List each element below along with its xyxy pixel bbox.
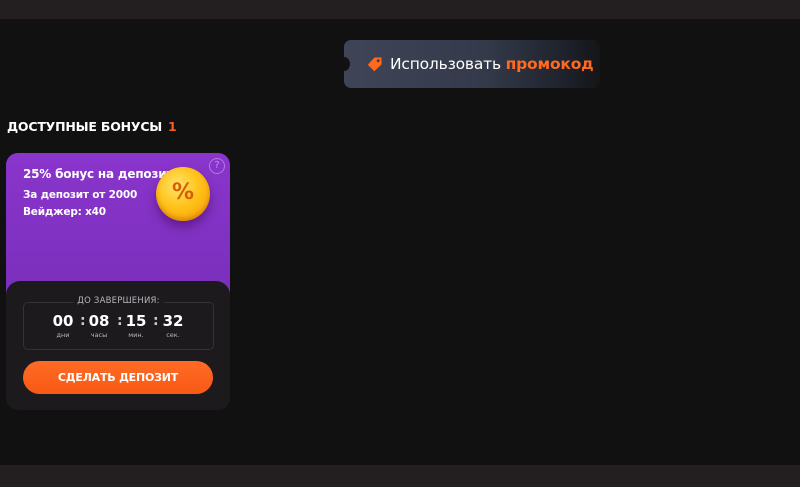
tag-icon <box>367 57 382 72</box>
top-bar <box>0 0 800 19</box>
countdown-timer: ДО ЗАВЕРШЕНИЯ: 00 дни : 08 часы : 15 мин… <box>23 296 214 350</box>
bonus-count-badge: 1 <box>168 119 177 134</box>
timer-minutes-value: 15 <box>125 312 147 330</box>
make-deposit-button[interactable]: СДЕЛАТЬ ДЕПОЗИТ <box>23 361 213 394</box>
percent-coin-icon: % <box>156 167 210 221</box>
timer-days-value: 00 <box>52 312 74 330</box>
promo-code-button[interactable]: Использовать промокод <box>338 40 600 88</box>
ticket-notch <box>338 57 350 71</box>
promo-label: Использовать промокод <box>390 54 594 74</box>
timer-minutes-label: мин. <box>128 331 144 339</box>
timer-minutes: 15 мин. <box>121 312 151 340</box>
timer-seconds: 32 сек. <box>158 312 188 340</box>
timer-seconds-value: 32 <box>162 312 184 330</box>
help-icon[interactable]: ? <box>209 158 225 174</box>
timer-days-label: дни <box>56 331 70 339</box>
timer-caption: ДО ЗАВЕРШЕНИЯ: <box>73 296 164 306</box>
timer-hours-label: часы <box>90 331 108 339</box>
percent-glyph: % <box>171 180 195 205</box>
bonus-card: ? 25% бонус на депозит За депозит от 200… <box>6 153 230 410</box>
timer-hours: 08 часы <box>84 312 114 340</box>
timer-seconds-label: сек. <box>166 331 180 339</box>
bonus-title: 25% бонус на депозит <box>23 167 174 181</box>
bonus-wager: Вейджер: x40 <box>23 206 106 218</box>
section-title: ДОСТУПНЫЕ БОНУСЫ 1 <box>7 119 177 137</box>
promo-label-prefix: Использовать <box>390 55 506 73</box>
promo-label-highlight: промокод <box>505 55 594 73</box>
section-title-text: ДОСТУПНЫЕ БОНУСЫ <box>7 119 163 134</box>
timer-hours-value: 08 <box>88 312 110 330</box>
bonus-card-header: ? 25% бонус на депозит За депозит от 200… <box>6 153 230 293</box>
timer-days: 00 дни <box>48 312 78 340</box>
bonus-min-deposit: За депозит от 2000 <box>23 189 138 201</box>
bottom-bar <box>0 465 800 487</box>
